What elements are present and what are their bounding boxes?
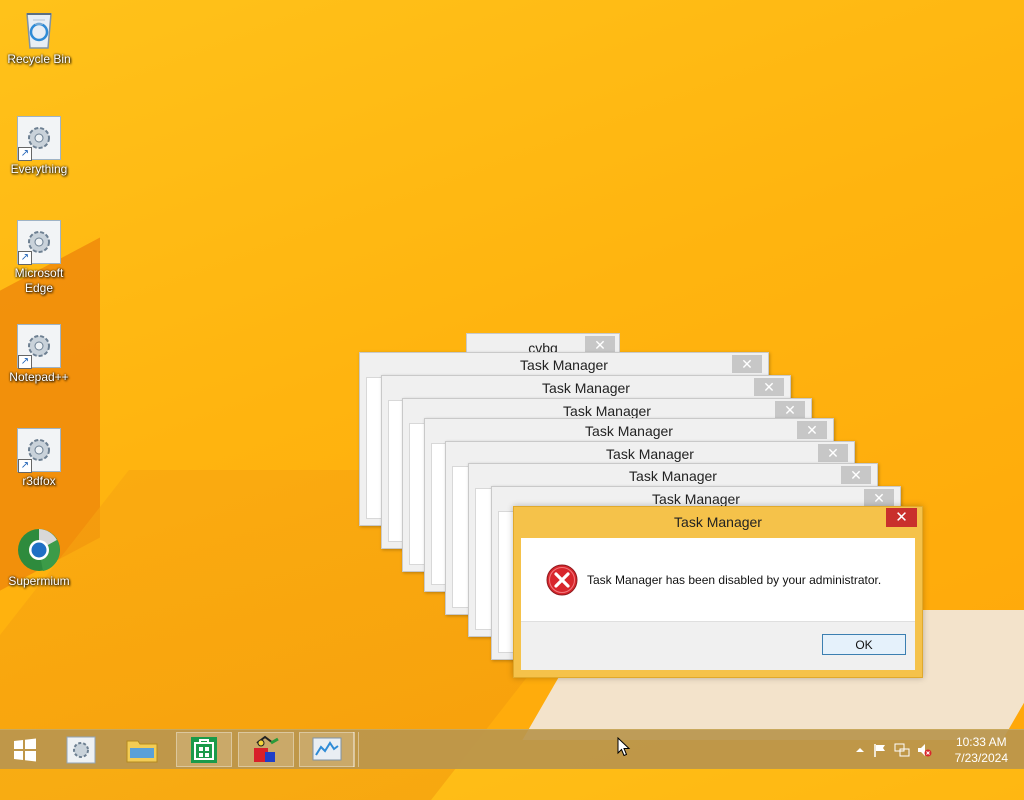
folder-icon <box>126 740 158 762</box>
desktop-icon-notepad-plus-plus[interactable]: ↗ Notepad++ <box>4 324 74 385</box>
start-button[interactable] <box>0 732 50 767</box>
dialog-body: Task Manager has been disabled by your a… <box>521 538 915 670</box>
desktop-icon-everything[interactable]: ↗ Everything <box>4 116 74 177</box>
taskbar-store[interactable] <box>176 732 232 767</box>
app-shortcut-icon: ↗ <box>17 428 61 473</box>
task-manager-icon <box>312 737 342 760</box>
taskbar-paint-app[interactable] <box>238 732 294 767</box>
paint-icon <box>254 735 279 762</box>
close-button[interactable]: ✕ <box>818 444 848 462</box>
close-button[interactable]: ✕ <box>886 508 917 527</box>
shortcut-arrow-icon: ↗ <box>18 251 32 265</box>
desktop-icon-label: Notepad++ <box>9 370 69 384</box>
taskbar-settings-app[interactable] <box>53 732 109 767</box>
taskbar: 10:33 AM 7/23/2024 <box>0 729 1024 769</box>
window-title: Task Manager <box>542 380 630 396</box>
taskbar-file-explorer[interactable] <box>114 732 170 767</box>
taskbar-clock[interactable]: 10:33 AM 7/23/2024 <box>955 734 1008 766</box>
system-tray: 10:33 AM 7/23/2024 <box>844 730 1024 769</box>
window-title: Task Manager <box>585 423 673 439</box>
message-area: Task Manager has been disabled by your a… <box>521 538 915 622</box>
volume-muted-icon[interactable] <box>916 742 932 758</box>
window-title: Task Manager <box>520 357 608 373</box>
clock-date: 7/23/2024 <box>954 751 1008 765</box>
recycle-bin-icon <box>17 6 61 50</box>
app-shortcut-icon: ↗ <box>17 220 61 265</box>
supermium-icon <box>17 528 61 572</box>
window-title: Task Manager <box>629 468 717 484</box>
taskbar-task-manager-app[interactable] <box>299 732 355 767</box>
desktop-icon-r3dfox[interactable]: ↗ r3dfox <box>4 428 74 489</box>
shortcut-arrow-icon: ↗ <box>18 459 32 473</box>
desktop-icon-label: Recycle Bin <box>7 52 71 66</box>
taskbar-divider <box>353 732 359 767</box>
desktop-icon-microsoft-edge[interactable]: ↗ Microsoft Edge <box>4 220 74 296</box>
error-message: Task Manager has been disabled by your a… <box>587 573 882 587</box>
desktop-icon-label: Microsoft Edge <box>14 266 64 295</box>
close-button[interactable]: ✕ <box>754 378 784 396</box>
mouse-cursor-icon <box>617 737 631 757</box>
close-button[interactable]: ✕ <box>732 355 762 373</box>
clock-time: 10:33 AM <box>955 735 1007 749</box>
error-icon <box>546 564 578 596</box>
shortcut-arrow-icon: ↗ <box>18 355 32 369</box>
desktop-icon-label: Supermium <box>8 574 70 588</box>
windows-logo-icon <box>14 738 36 761</box>
dialog-title: Task Manager <box>674 514 762 530</box>
app-shortcut-icon: ↗ <box>17 324 61 369</box>
error-dialog[interactable]: Task Manager ✕ Task Manager has been dis… <box>513 506 923 678</box>
desktop-icon-recycle-bin[interactable]: Recycle Bin <box>4 6 74 67</box>
shortcut-arrow-icon: ↗ <box>18 147 32 161</box>
desktop-icon-label: Everything <box>10 162 68 176</box>
network-icon[interactable] <box>894 742 910 758</box>
window-title: Task Manager <box>606 446 694 462</box>
dialog-footer: OK <box>521 621 915 670</box>
show-hidden-icons-chevron-icon[interactable] <box>852 742 868 758</box>
desktop-icon-supermium[interactable]: Supermium <box>4 528 74 589</box>
close-button[interactable]: ✕ <box>864 489 894 507</box>
ok-button[interactable]: OK <box>822 634 906 655</box>
app-shortcut-icon: ↗ <box>17 116 61 161</box>
close-button[interactable]: ✕ <box>797 421 827 439</box>
gear-icon <box>66 736 96 763</box>
close-button[interactable]: ✕ <box>775 401 805 419</box>
store-icon <box>191 736 217 763</box>
desktop-icon-label: r3dfox <box>22 474 56 488</box>
action-center-flag-icon[interactable] <box>872 742 888 758</box>
close-button[interactable]: ✕ <box>841 466 871 484</box>
